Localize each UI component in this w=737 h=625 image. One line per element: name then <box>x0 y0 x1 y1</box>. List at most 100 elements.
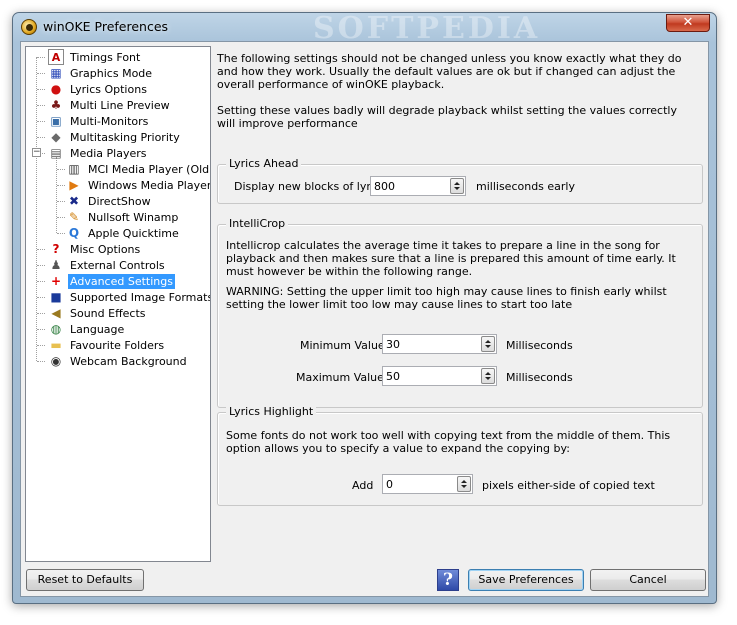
maximum-value-input[interactable]: 50 <box>383 370 481 383</box>
tree-item[interactable]: ? Misc Options <box>48 241 142 257</box>
tree-item-label: Timings Font <box>70 50 141 64</box>
font-icon: A <box>48 49 64 65</box>
tree-item-label: Apple Quicktime <box>88 226 179 240</box>
tree-guide-line <box>57 217 65 218</box>
folder-icon: ▬ <box>50 338 62 352</box>
tree-item[interactable]: ♣ Multi Line Preview <box>48 97 172 113</box>
dialog-client-area: A Timings Font ▦ Graphics Mode ● Lyrics Optio… <box>20 41 709 597</box>
highlight-expand-spinner[interactable]: 0 <box>382 474 473 494</box>
tree-item-label: Language <box>70 322 125 336</box>
tree-item[interactable]: ▣ Multi-Monitors <box>48 113 150 129</box>
tree-item-label: Windows Media Player <box>88 178 211 192</box>
tree-item[interactable]: ▬ Favourite Folders <box>48 337 166 353</box>
tree-item[interactable]: ◀ Sound Effects <box>48 305 148 321</box>
tree-item[interactable]: + Advanced Settings <box>48 273 175 289</box>
tree-item-label: Webcam Background <box>70 354 187 368</box>
spin-arrows-icon[interactable] <box>457 476 471 492</box>
media-players-icon: ▤ <box>50 146 62 160</box>
intellicrop-description: Intellicrop calculates the average time … <box>226 239 676 278</box>
minimum-value-unit: Milliseconds <box>506 339 573 352</box>
tree-item[interactable]: ◍ Language <box>48 321 126 337</box>
lyrics-highlight-title: Lyrics Highlight <box>226 405 317 418</box>
tree-item-label: MCI Media Player (Old) <box>88 162 211 176</box>
close-button[interactable]: ✕ <box>666 14 710 32</box>
lyrics-icon: ● <box>50 82 62 96</box>
tree-item[interactable]: ▥ MCI Media Player (Old) <box>66 161 211 177</box>
tree-guide-line <box>37 105 45 106</box>
lyrics-highlight-description: Some fonts do not work too well with cop… <box>226 429 671 455</box>
tree-guide-line <box>57 233 65 234</box>
spin-arrows-icon[interactable] <box>450 178 464 194</box>
tree-guide-line <box>37 361 45 362</box>
title-bar[interactable]: winOKE Preferences SOFTPEDIA ✕ <box>13 11 716 46</box>
minimum-value-input[interactable]: 30 <box>383 338 481 351</box>
image-icon: ■ <box>50 290 62 304</box>
tree-item[interactable]: ✖ DirectShow <box>66 193 153 209</box>
tree-item-label: Media Players <box>70 146 147 160</box>
tree-item[interactable]: ♟ External Controls <box>48 257 167 273</box>
winoke-app-icon <box>21 19 37 35</box>
help-icon[interactable]: ? <box>437 569 459 591</box>
tree-item-label: Supported Image Formats <box>70 290 211 304</box>
tree-guide-line <box>37 329 45 330</box>
tree-guide-line <box>36 57 37 361</box>
maximum-value-spinner[interactable]: 50 <box>382 366 497 386</box>
intellicrop-warning: WARNING: Setting the upper limit too hig… <box>226 285 667 311</box>
plus-icon: + <box>50 274 62 288</box>
tree-item[interactable]: A Timings Font <box>48 49 142 65</box>
tree-item-label: Favourite Folders <box>70 338 165 352</box>
tree-item-label: Multitasking Priority <box>70 130 180 144</box>
tree-item[interactable]: ✎ Nullsoft Winamp <box>66 209 180 225</box>
tree-item[interactable]: ▶ Windows Media Player <box>66 177 211 193</box>
lyrics-ahead-title: Lyrics Ahead <box>226 157 302 170</box>
mci-icon: ▥ <box>68 162 80 176</box>
tree-item-label: Lyrics Options <box>70 82 147 96</box>
lyrics-ahead-value[interactable]: 800 <box>371 180 450 193</box>
collapse-toggle-icon[interactable]: − <box>32 148 41 157</box>
lyrics-highlight-group: Lyrics Highlight Some fonts do not work … <box>217 405 703 506</box>
lyrics-ahead-unit: milliseconds early <box>476 180 575 193</box>
tree-guide-line <box>37 137 45 138</box>
globe-icon: ◍ <box>50 322 62 336</box>
tree-guide-line <box>37 121 45 122</box>
settings-tree[interactable]: A Timings Font ▦ Graphics Mode ● Lyrics Optio… <box>25 46 211 562</box>
tree-guide-line <box>37 297 45 298</box>
tree-item[interactable]: ▦ Graphics Mode <box>48 65 154 81</box>
save-preferences-button[interactable]: Save Preferences <box>468 569 584 591</box>
minimum-value-spinner[interactable]: 30 <box>382 334 497 354</box>
intro-paragraph-1: The following settings should not be cha… <box>217 52 682 91</box>
highlight-expand-input[interactable]: 0 <box>383 478 457 491</box>
tree-item[interactable]: ◆ Multitasking Priority <box>48 129 182 145</box>
maximum-value-unit: Milliseconds <box>506 371 573 384</box>
highlight-unit: pixels either-side of copied text <box>482 479 655 492</box>
tree-item-label: Multi-Monitors <box>70 114 149 128</box>
tree-item[interactable]: ◉ Webcam Background <box>48 353 189 369</box>
tree-item[interactable]: ■ Supported Image Formats <box>48 289 211 305</box>
graphics-icon: ▦ <box>50 66 62 80</box>
intellicrop-group: IntelliCrop Intellicrop calculates the a… <box>217 217 703 408</box>
joystick-icon: ♟ <box>50 258 62 272</box>
tree-guide-line <box>37 345 45 346</box>
tree-item[interactable]: Q Apple Quicktime <box>66 225 181 241</box>
tree-item-label: Nullsoft Winamp <box>88 210 179 224</box>
winamp-icon: ✎ <box>68 210 80 224</box>
spin-arrows-icon[interactable] <box>481 368 495 384</box>
tree-guide-line <box>37 249 45 250</box>
window-title: winOKE Preferences <box>43 19 169 34</box>
tree-item-label: Sound Effects <box>70 306 146 320</box>
tree-item[interactable]: ▤ Media Players <box>48 145 149 161</box>
quicktime-icon: Q <box>68 226 80 240</box>
tree-item[interactable]: ● Lyrics Options <box>48 81 149 97</box>
preferences-window: winOKE Preferences SOFTPEDIA ✕ A Timings … <box>12 11 717 604</box>
lyrics-ahead-spinner[interactable]: 800 <box>370 176 466 196</box>
tree-item-label: Graphics Mode <box>70 66 153 80</box>
cancel-button[interactable]: Cancel <box>590 569 706 591</box>
advanced-settings-panel: The following settings should not be cha… <box>217 46 705 562</box>
question-icon: ? <box>52 242 60 256</box>
reset-to-defaults-button[interactable]: Reset to Defaults <box>26 569 144 591</box>
spin-arrows-icon[interactable] <box>481 336 495 352</box>
priority-icon: ◆ <box>51 130 61 144</box>
tree-guide-line <box>37 73 45 74</box>
tree-item-label: DirectShow <box>88 194 151 208</box>
tree-item-label: Advanced Settings <box>68 273 175 289</box>
